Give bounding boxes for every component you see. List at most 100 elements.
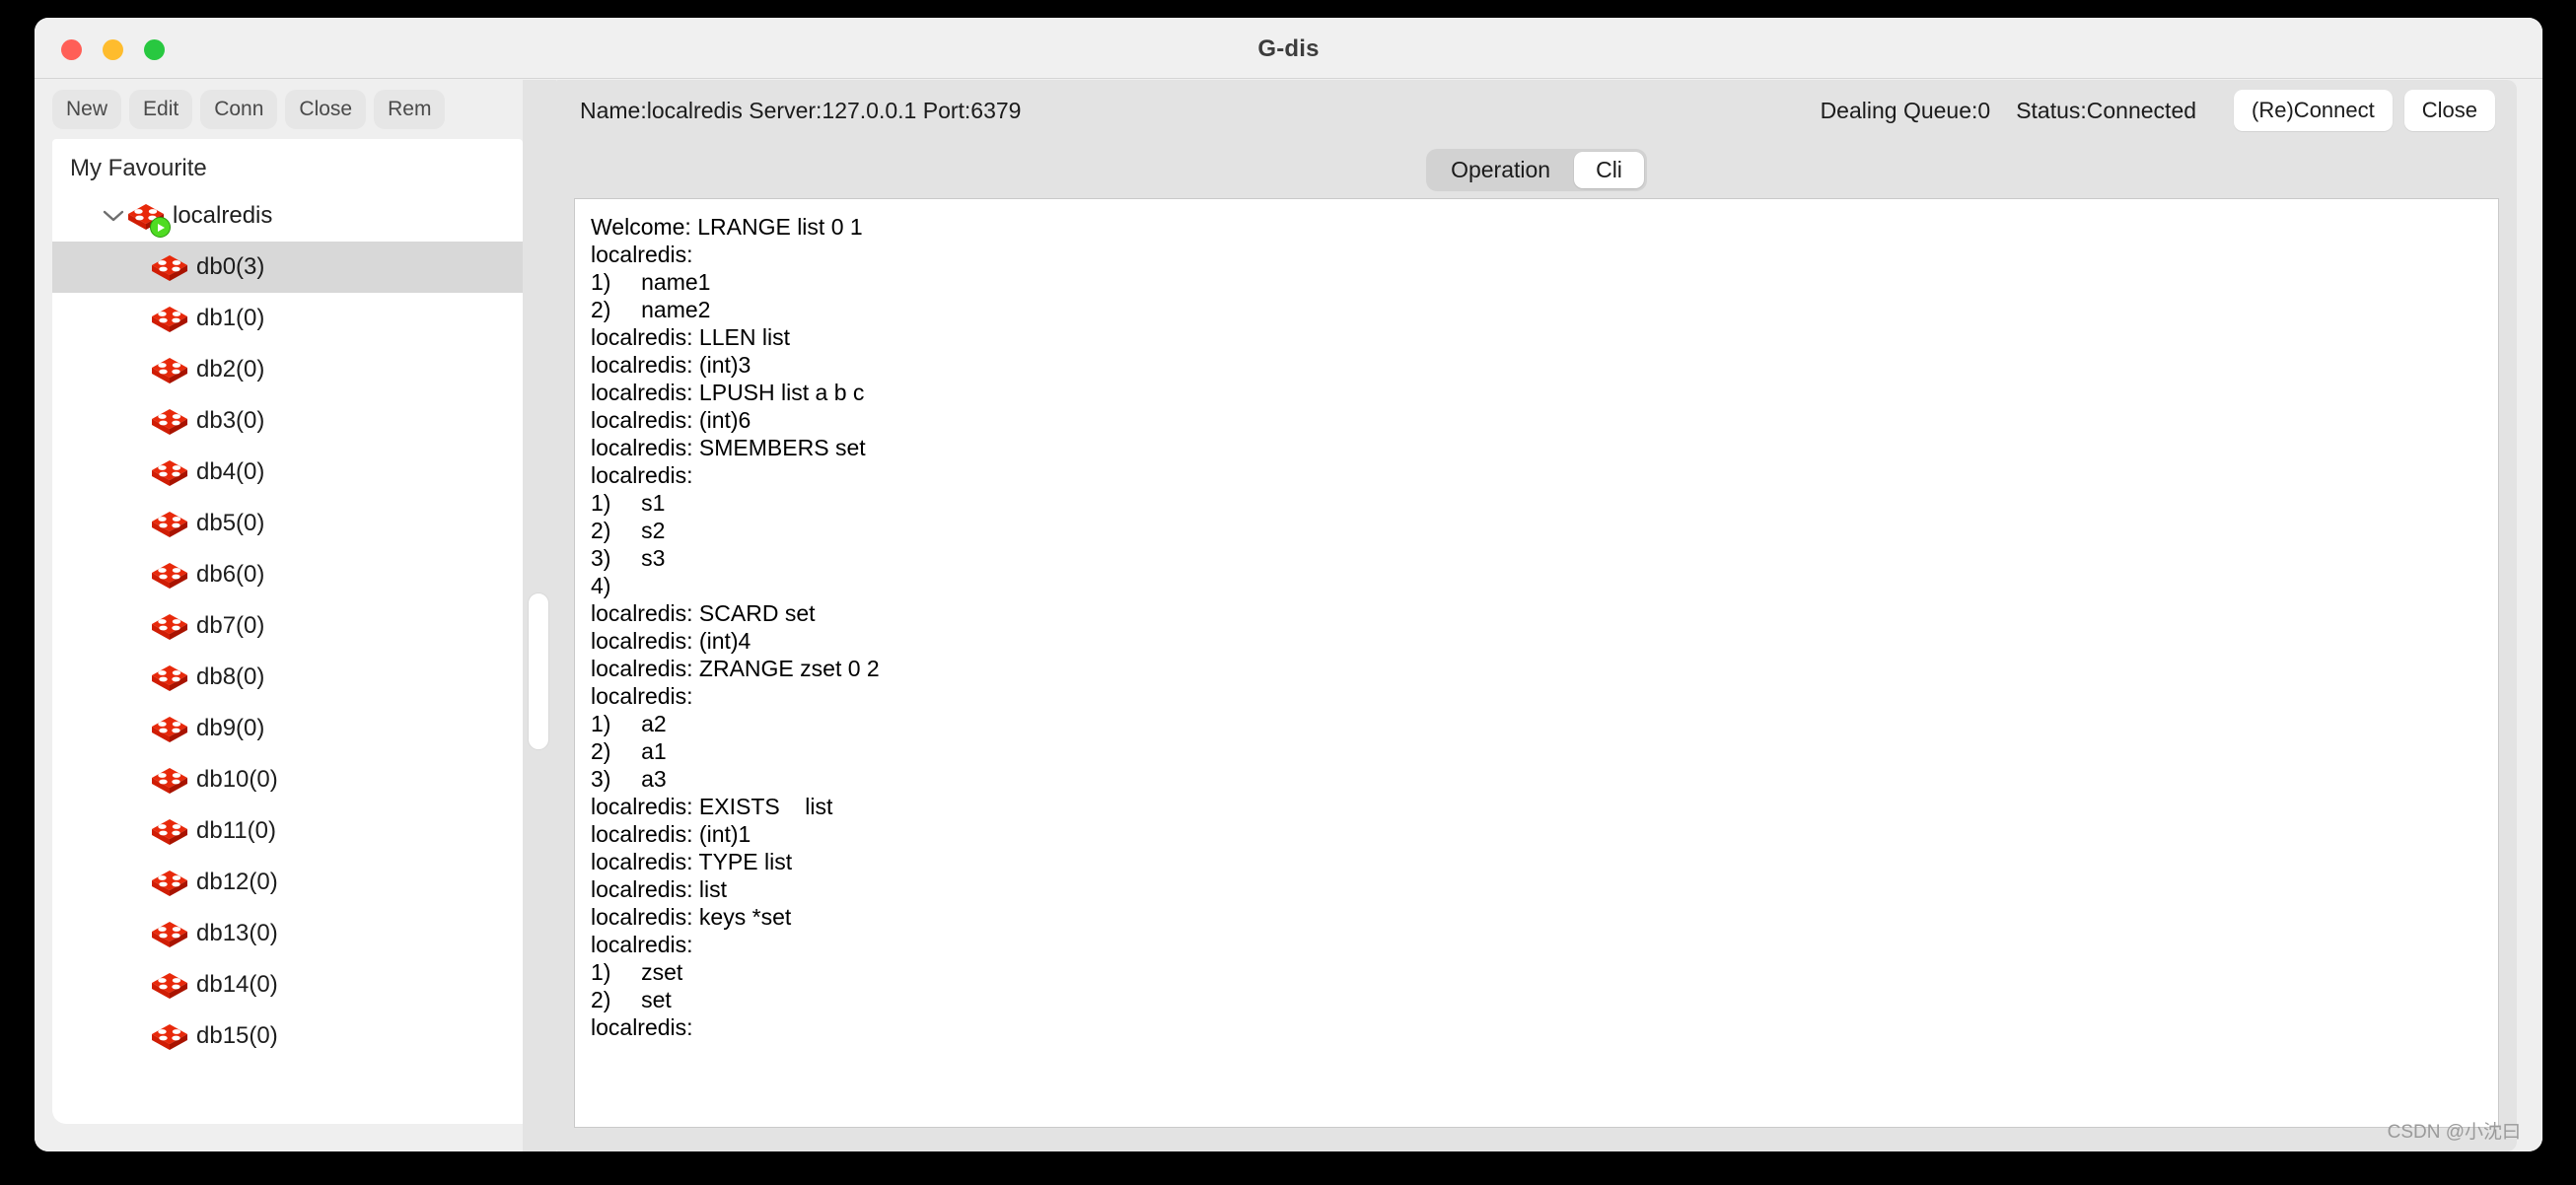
cli-line: localredis: (591, 242, 693, 267)
dealing-queue-status: Dealing Queue:0 (1820, 97, 1991, 123)
right-pane: Name:localredis Server:127.0.0.1 Port:63… (556, 80, 2542, 1151)
pane-splitter[interactable] (523, 80, 556, 1151)
connection-running-badge-icon (150, 217, 171, 238)
conn-button[interactable]: Conn (200, 90, 278, 129)
redis-database-icon (151, 970, 188, 1000)
redis-database-icon (127, 201, 171, 238)
tree-item-db30[interactable]: db3(0) (52, 395, 523, 447)
cli-line: localredis: LPUSH list a b c (591, 380, 865, 405)
tree-item-db130[interactable]: db13(0) (52, 908, 523, 959)
cli-line: 1) s1 (591, 490, 666, 516)
cli-line: 2) name2 (591, 297, 711, 322)
title-bar: G-dis (35, 18, 2542, 79)
tree-item-db60[interactable]: db6(0) (52, 549, 523, 600)
cli-line: localredis: (int)6 (591, 407, 751, 433)
tree-item-db120[interactable]: db12(0) (52, 857, 523, 908)
tree-item-label: db8(0) (196, 663, 265, 690)
new-button[interactable]: New (52, 90, 122, 129)
tree-item-db50[interactable]: db5(0) (52, 498, 523, 549)
connection-bar: Name:localredis Server:127.0.0.1 Port:63… (556, 80, 2517, 141)
cli-line: 2) s2 (591, 518, 666, 543)
window-body: New Edit Conn Close Rem My Favourite loc… (35, 80, 2542, 1151)
chevron-down-icon[interactable] (100, 202, 127, 230)
tree-item-db40[interactable]: db4(0) (52, 447, 523, 498)
tree-item-label: db7(0) (196, 612, 265, 639)
tab-cli[interactable]: Cli (1574, 151, 1644, 188)
cli-line: localredis: list (591, 876, 728, 902)
cli-line: 3) s3 (591, 545, 666, 571)
splitter-handle[interactable] (528, 592, 549, 750)
connection-toolbar: New Edit Conn Close Rem (35, 80, 523, 139)
tree-item-db20[interactable]: db2(0) (52, 344, 523, 395)
tree-item-label: localredis (173, 202, 273, 229)
tree-item-label: db0(3) (196, 253, 265, 280)
redis-database-icon (151, 509, 188, 538)
tree-item-db10[interactable]: db1(0) (52, 293, 523, 344)
cli-line: 4) (591, 573, 611, 598)
edit-button[interactable]: Edit (129, 90, 193, 129)
redis-database-icon (151, 252, 188, 282)
tree-item-db110[interactable]: db11(0) (52, 805, 523, 857)
redis-database-icon (151, 868, 188, 897)
tree-item-label: db1(0) (196, 305, 265, 331)
cli-output[interactable]: Welcome: LRANGE list 0 1 localredis: 1) na… (574, 198, 2499, 1128)
close-button[interactable]: Close (285, 90, 367, 129)
tab-operation[interactable]: Operation (1429, 152, 1572, 188)
reconnect-button[interactable]: (Re)Connect (2234, 90, 2393, 131)
cli-line: localredis: (int)1 (591, 821, 751, 847)
tree-item-localredis[interactable]: localredis (52, 190, 523, 242)
tree-item-label: db3(0) (196, 407, 265, 434)
database-list: db0(3) db1(0) db2(0) db3(0) db4(0) db5(0) db6(… (52, 242, 523, 1062)
tree-item-label: db2(0) (196, 356, 265, 383)
connection-info: Name:localredis Server:127.0.0.1 Port:63… (580, 97, 1022, 123)
tree-item-db70[interactable]: db7(0) (52, 600, 523, 652)
cli-line: localredis: EXISTS list (591, 794, 833, 819)
cli-line: localredis: (int)3 (591, 352, 751, 378)
cli-line: localredis: SMEMBERS set (591, 435, 866, 460)
favourites-tree: My Favourite localredis db0(3) db1(0) db… (52, 139, 523, 1124)
redis-database-icon (151, 611, 188, 641)
cli-line: localredis: keys *set (591, 904, 792, 930)
window-title: G-dis (1257, 35, 1320, 62)
close-connection-button[interactable]: Close (2403, 90, 2495, 131)
redis-database-icon (151, 765, 188, 795)
redis-database-icon (151, 919, 188, 948)
cli-line: 1) zset (591, 959, 683, 985)
cli-line: 2) a1 (591, 738, 667, 764)
cli-line: localredis: TYPE list (591, 849, 793, 874)
tree-item-label: db4(0) (196, 458, 265, 485)
cli-line: localredis: (int)4 (591, 628, 751, 654)
tree-item-label: db6(0) (196, 561, 265, 588)
redis-database-icon (151, 560, 188, 590)
redis-database-icon (151, 816, 188, 846)
redis-database-icon (151, 406, 188, 436)
tree-item-label: db13(0) (196, 920, 278, 946)
tree-item-label: db5(0) (196, 510, 265, 536)
redis-database-icon (151, 457, 188, 487)
tab-strip: Operation Cli (556, 141, 2517, 198)
tree-item-label: db12(0) (196, 869, 278, 895)
app-window: G-dis New Edit Conn Close Rem My Favourite (35, 18, 2542, 1151)
tree-item-db90[interactable]: db9(0) (52, 703, 523, 754)
cli-line: localredis: ZRANGE zset 0 2 (591, 656, 880, 681)
cli-line: Welcome: LRANGE list 0 1 (591, 214, 863, 240)
cli-line: 1) name1 (591, 269, 711, 295)
rem-button[interactable]: Rem (374, 90, 446, 129)
console-container: Welcome: LRANGE list 0 1 localredis: 1) na… (556, 198, 2517, 1151)
tree-item-db150[interactable]: db15(0) (52, 1011, 523, 1062)
watermark: CSDN @小沈曰 (2387, 1122, 2521, 1143)
cli-line: localredis: SCARD set (591, 600, 816, 626)
connection-status: Status:Connected (2016, 97, 2197, 123)
cli-line: localredis: (591, 1014, 693, 1040)
tree-item-label: db15(0) (196, 1022, 278, 1049)
cli-line: 1) a2 (591, 711, 667, 736)
tree-item-db140[interactable]: db14(0) (52, 959, 523, 1011)
tree-item-label: db10(0) (196, 766, 278, 793)
tree-item-db100[interactable]: db10(0) (52, 754, 523, 805)
tree-item-db80[interactable]: db8(0) (52, 652, 523, 703)
tree-item-db03[interactable]: db0(3) (52, 242, 523, 293)
cli-line: localredis: LLEN list (591, 324, 790, 350)
cli-line: localredis: (591, 932, 693, 957)
left-pane: New Edit Conn Close Rem My Favourite loc… (35, 80, 523, 1151)
redis-database-icon (151, 304, 188, 333)
